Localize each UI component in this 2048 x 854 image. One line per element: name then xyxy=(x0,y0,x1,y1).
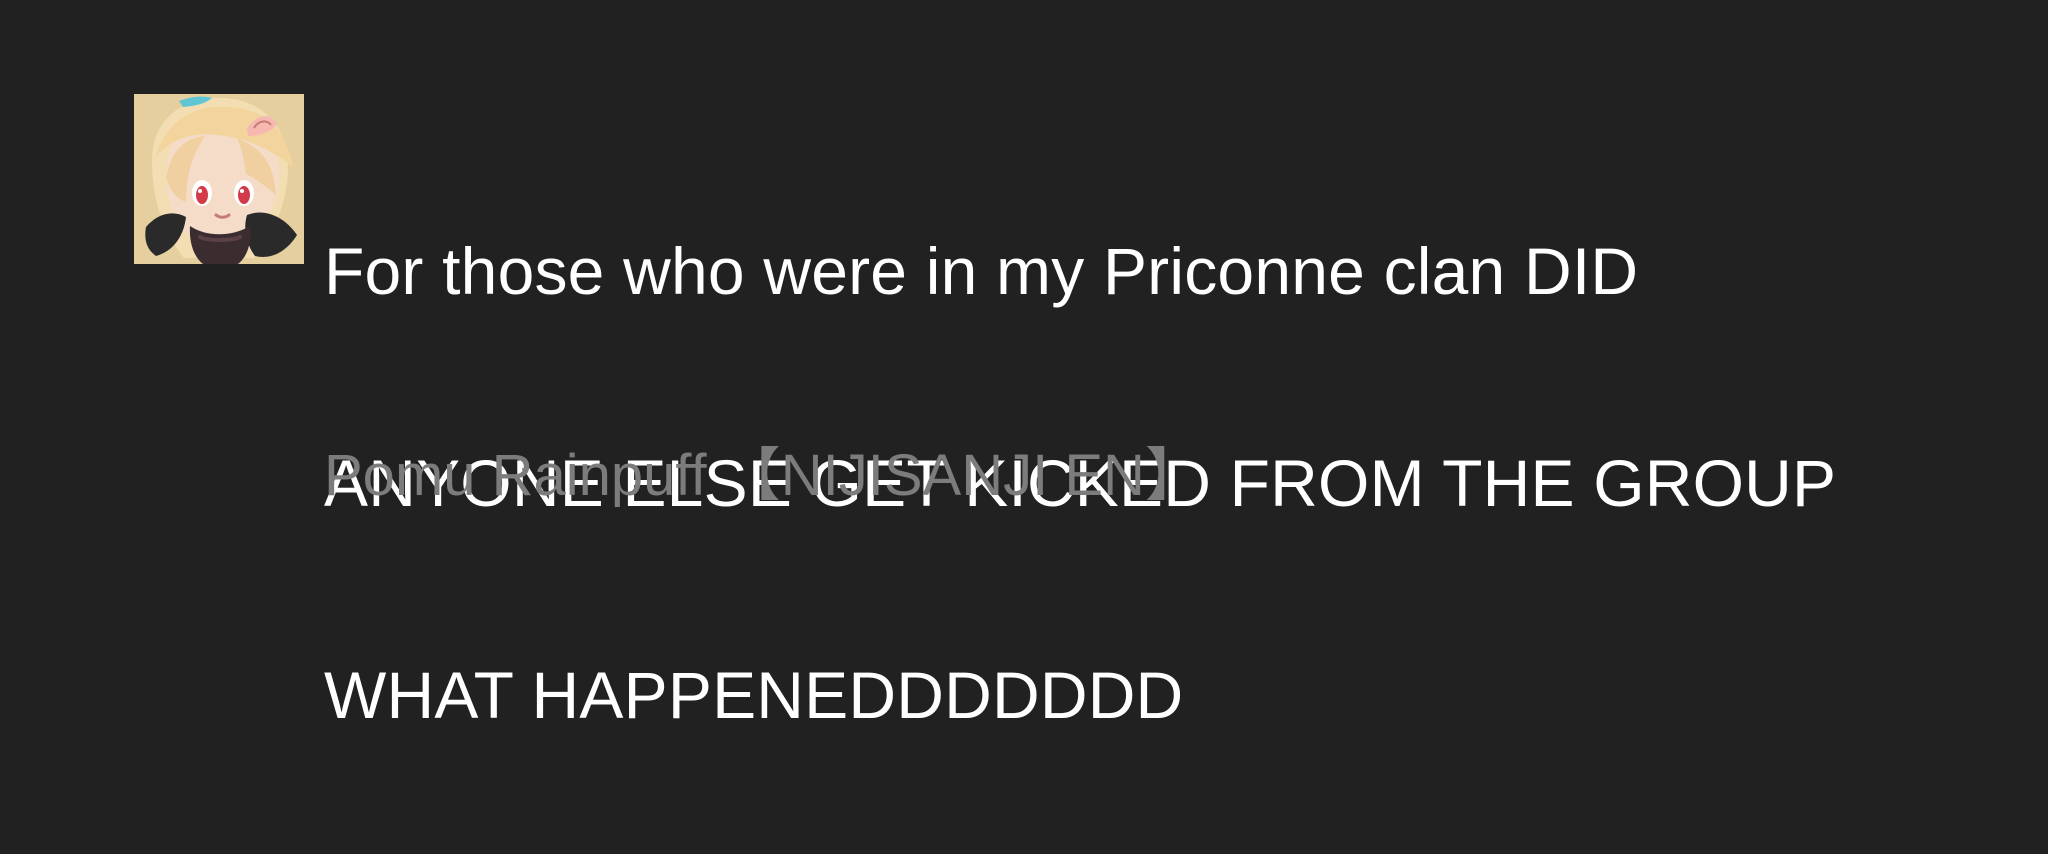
chat-message-line: For those who were in my Priconne clan D… xyxy=(324,234,1639,308)
chat-message: For those who were in my Priconne clan D… xyxy=(134,94,2014,732)
chat-message-line: WHAT HAPPENEDDDDDDD xyxy=(324,658,1184,732)
author-name: Pomu Rainpuff 【NIJISANJI EN】 xyxy=(324,443,1203,508)
avatar-anime-girl-icon xyxy=(134,94,304,264)
avatar[interactable] xyxy=(134,94,304,264)
